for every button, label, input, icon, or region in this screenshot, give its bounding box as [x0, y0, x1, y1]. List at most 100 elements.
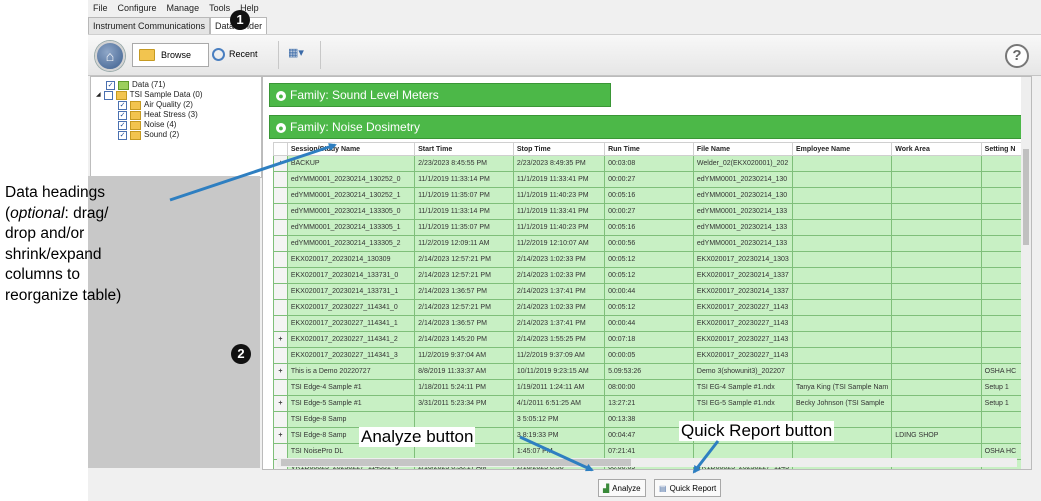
family-sound-level-meters-header[interactable]: ● Family: Sound Level Meters — [269, 83, 611, 107]
table-row[interactable]: TSI Edge-8 Samp 3 5:05:12 PM 00:13:38 — [273, 411, 1031, 428]
table-cell — [891, 219, 982, 236]
table-row[interactable]: EKX020017_20230227_114341_1 2/14/2023 1:3… — [273, 315, 1031, 332]
table-cell: 11/1/2019 11:33:14 PM — [414, 203, 514, 220]
table-row[interactable]: EKX020017_20230214_133731_1 2/14/2023 1:3… — [273, 283, 1031, 300]
row-expander-cell — [273, 187, 288, 204]
expand-row-button[interactable]: + — [273, 331, 288, 348]
table-cell: 4/1/2011 6:51:25 AM — [512, 395, 606, 412]
checkbox[interactable]: ✓ — [118, 120, 127, 130]
table-row[interactable]: + TSI Edge-5 Sample #1 3/31/2011 5:23:34 P… — [273, 395, 1031, 412]
tree-label: Air Quality (2) — [144, 100, 193, 109]
scroll-thumb[interactable] — [1023, 149, 1029, 245]
browse-button[interactable]: Browse — [132, 43, 209, 67]
tree-item-noise[interactable]: ✓ Noise (4) — [118, 120, 176, 130]
table-cell — [792, 187, 893, 204]
table-row[interactable]: EKX020017_20230214_133731_0 2/14/2023 12:… — [273, 267, 1031, 284]
collapse-icon[interactable]: ● — [276, 123, 286, 133]
table-cell: edYMM0001_20230214_130 — [692, 171, 794, 188]
table-cell — [414, 411, 514, 428]
menu-configure[interactable]: Configure — [113, 3, 162, 13]
collapse-icon[interactable]: ● — [276, 91, 286, 101]
table-cell: 2/14/2023 12:57:21 PM — [414, 299, 514, 316]
scroll-thumb[interactable] — [281, 459, 631, 466]
table-cell: EKX020017_20230227_1143 — [692, 331, 794, 348]
table-cell: 00:03:08 — [604, 155, 694, 172]
note-line: drop and/or — [5, 225, 85, 242]
table-cell: 1/18/2011 5:24:11 PM — [414, 379, 514, 396]
horizontal-scrollbar[interactable] — [277, 458, 1017, 467]
checkbox[interactable]: ✓ — [106, 80, 115, 90]
column-header[interactable]: Stop Time — [512, 142, 606, 156]
expand-row-button[interactable]: + — [273, 363, 288, 380]
column-header[interactable]: Employee Name — [792, 142, 893, 156]
checkbox[interactable]: ✓ — [118, 100, 127, 110]
grid-icon: ▦▾ — [288, 47, 304, 59]
table-row[interactable]: edYMM0001_20230214_133305_0 11/1/2019 11:… — [273, 203, 1031, 220]
analyze-button-callout: Analyze button — [359, 427, 476, 447]
question-mark-icon: ? — [1012, 47, 1022, 64]
menu-manage[interactable]: Manage — [162, 3, 205, 13]
table-cell: 2/14/2023 1:37:41 PM — [512, 283, 606, 300]
table-row[interactable]: edYMM0001_20230214_133305_2 11/2/2019 12:… — [273, 235, 1031, 252]
tree-label: TSI Sample Data (0) — [129, 90, 203, 99]
row-expander-cell — [273, 411, 288, 428]
tree-item-data[interactable]: ✓ Data (71) — [106, 80, 165, 90]
column-header[interactable]: Session/Study Name — [286, 142, 416, 156]
expand-triangle-icon[interactable]: ◢ — [96, 90, 101, 100]
toolbar-divider — [320, 41, 321, 69]
tree-item-tsi-sample-data[interactable]: ◢ TSI Sample Data (0) — [96, 90, 203, 100]
table-row[interactable]: edYMM0001_20230214_130252_0 11/1/2019 11:… — [273, 171, 1031, 188]
table-row[interactable]: + EKX020017_20230227_114341_2 2/14/2023 1:… — [273, 331, 1031, 348]
table-row[interactable]: EKX020017_20230227_114341_3 11/2/2019 9:3… — [273, 347, 1031, 364]
table-row[interactable]: EKX020017_20230214_130309 2/14/2023 12:57… — [273, 251, 1031, 268]
table-cell: 00:00:27 — [604, 171, 694, 188]
table-row[interactable]: + BACKUP 2/23/2023 8:45:55 PM 2/23/2023 8:4… — [273, 155, 1031, 172]
table-cell: 11/1/2019 11:33:14 PM — [414, 171, 514, 188]
quick-report-button[interactable]: ▤ Quick Report — [654, 479, 722, 497]
table-row[interactable]: EKX020017_20230227_114341_0 2/14/2023 12:… — [273, 299, 1031, 316]
family-noise-dosimetry-header[interactable]: ● Family: Noise Dosimetry — [269, 115, 1031, 139]
data-tree: ✓ Data (71) ◢ TSI Sample Data (0) ✓ Air Qua… — [90, 76, 262, 178]
table-cell — [891, 155, 982, 172]
home-button[interactable]: ⌂ — [95, 41, 125, 71]
folder-icon — [130, 100, 141, 110]
table-cell: EKX020017_20230214_133731_0 — [286, 267, 416, 284]
table-cell: EKX020017_20230227_1143 — [692, 299, 794, 316]
analyze-button[interactable]: ▟ Analyze — [598, 479, 646, 497]
table-cell: 00:07:18 — [604, 331, 694, 348]
table-row[interactable]: edYMM0001_20230214_133305_1 11/1/2019 11:… — [273, 219, 1031, 236]
checkbox[interactable]: ✓ — [118, 110, 127, 120]
checkbox[interactable]: ✓ — [118, 130, 127, 140]
column-header[interactable]: Work Area — [891, 142, 982, 156]
checkbox[interactable] — [103, 90, 113, 100]
table-cell: TSI EG-5 Sample #1.ndx — [692, 395, 794, 412]
tab-instrument-communications[interactable]: Instrument Communications — [88, 17, 211, 34]
tree-item-air-quality[interactable]: ✓ Air Quality (2) — [118, 100, 193, 110]
table-cell: 11/2/2019 9:37:09 AM — [512, 347, 606, 364]
row-expander-cell — [273, 347, 288, 364]
tree-item-sound[interactable]: ✓ Sound (2) — [118, 130, 179, 140]
table-cell — [792, 363, 893, 380]
menu-tools[interactable]: Tools — [204, 3, 235, 13]
column-header[interactable]: File Name — [692, 142, 794, 156]
column-chooser-button[interactable]: ▦▾ — [288, 46, 310, 62]
expand-row-button[interactable]: + — [273, 155, 288, 172]
table-row[interactable]: + This is a Demo 20220727 8/8/2019 11:33:3… — [273, 363, 1031, 380]
help-button[interactable]: ? — [1005, 44, 1029, 68]
quick-report-label: Quick Report — [669, 483, 717, 493]
tree-item-heat-stress[interactable]: ✓ Heat Stress (3) — [118, 110, 198, 120]
menu-file[interactable]: File — [88, 3, 113, 13]
expand-row-button[interactable]: + — [273, 395, 288, 412]
toolbar-divider — [278, 41, 279, 69]
note-line: (optional: drag/ — [5, 204, 109, 222]
table-cell: 2/14/2023 1:45:20 PM — [414, 331, 514, 348]
column-header[interactable]: Start Time — [414, 142, 514, 156]
vertical-scrollbar[interactable] — [1021, 77, 1031, 469]
row-expander-cell — [273, 235, 288, 252]
column-header[interactable]: Run Time — [604, 142, 694, 156]
table-row[interactable]: TSI Edge-4 Sample #1 1/18/2011 5:24:11 PM… — [273, 379, 1031, 396]
expand-row-button[interactable]: + — [273, 427, 288, 444]
recent-button[interactable]: Recent — [212, 43, 258, 65]
table-row[interactable]: edYMM0001_20230214_130252_1 11/1/2019 11:… — [273, 187, 1031, 204]
session-table: Session/Study Name Start Time Stop Time Run… — [273, 142, 1031, 469]
